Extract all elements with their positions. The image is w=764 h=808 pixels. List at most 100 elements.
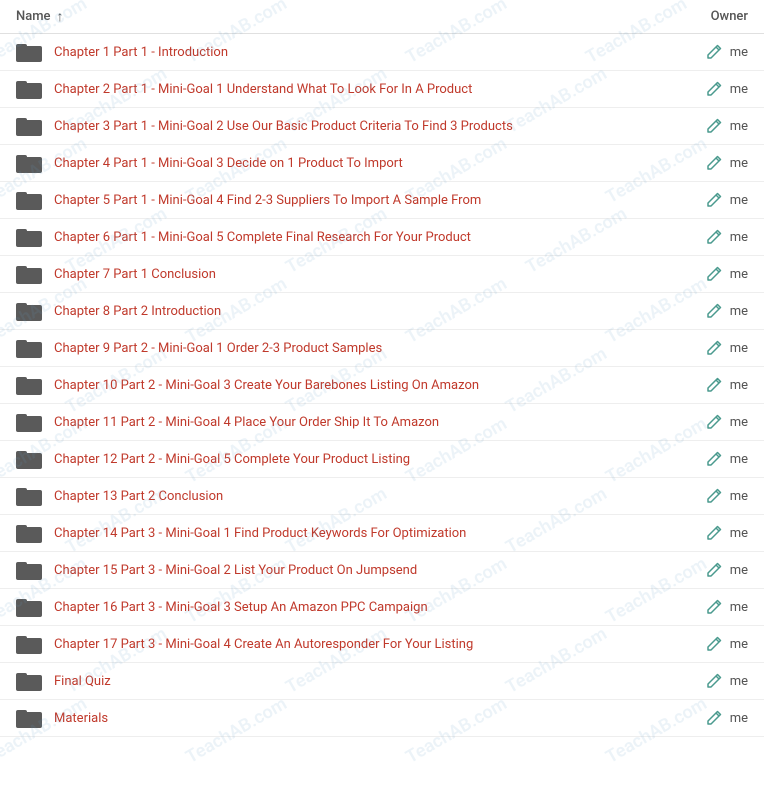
row-actions: me [658,81,748,97]
row-title[interactable]: Chapter 10 Part 2 - Mini-Goal 3 Create Y… [54,378,658,393]
edit-icon[interactable] [706,118,722,134]
table-row: Chapter 7 Part 1 Conclusion me [0,256,764,293]
row-title[interactable]: Chapter 14 Part 3 - Mini-Goal 1 Find Pro… [54,526,658,541]
owner-label: me [730,45,748,60]
owner-label: me [730,674,748,689]
folder-icon [16,670,44,692]
row-title[interactable]: Chapter 13 Part 2 Conclusion [54,489,658,504]
edit-icon[interactable] [706,673,722,689]
owner-label: me [730,489,748,504]
row-title[interactable]: Chapter 1 Part 1 - Introduction [54,45,658,60]
edit-icon[interactable] [706,192,722,208]
owner-label: me [730,193,748,208]
table-row: Chapter 1 Part 1 - Introduction me [0,34,764,71]
row-title[interactable]: Chapter 17 Part 3 - Mini-Goal 4 Create A… [54,637,658,652]
row-title[interactable]: Chapter 11 Part 2 - Mini-Goal 4 Place Yo… [54,415,658,430]
row-actions: me [658,44,748,60]
owner-label: me [730,378,748,393]
edit-icon[interactable] [706,44,722,60]
folder-icon [16,115,44,137]
row-actions: me [658,155,748,171]
table-row: Chapter 5 Part 1 - Mini-Goal 4 Find 2-3 … [0,182,764,219]
edit-icon[interactable] [706,562,722,578]
row-title[interactable]: Chapter 3 Part 1 - Mini-Goal 2 Use Our B… [54,119,658,134]
file-table: Name ↑ Owner Chapter 1 Part 1 - Introduc… [0,0,764,737]
row-title[interactable]: Chapter 16 Part 3 - Mini-Goal 3 Setup An… [54,600,658,615]
edit-icon[interactable] [706,710,722,726]
row-title[interactable]: Materials [54,711,658,726]
edit-icon[interactable] [706,303,722,319]
row-actions: me [658,340,748,356]
edit-icon[interactable] [706,414,722,430]
row-title[interactable]: Chapter 12 Part 2 - Mini-Goal 5 Complete… [54,452,658,467]
edit-icon[interactable] [706,636,722,652]
row-title[interactable]: Chapter 9 Part 2 - Mini-Goal 1 Order 2-3… [54,341,658,356]
owner-column-header: Owner [658,9,748,24]
sort-arrow-icon[interactable]: ↑ [57,8,64,25]
folder-icon [16,485,44,507]
owner-label: me [730,415,748,430]
table-row: Materials me [0,700,764,737]
row-title[interactable]: Chapter 4 Part 1 - Mini-Goal 3 Decide on… [54,156,658,171]
row-title[interactable]: Final Quiz [54,674,658,689]
row-actions: me [658,266,748,282]
owner-label: me [730,82,748,97]
table-row: Chapter 9 Part 2 - Mini-Goal 1 Order 2-3… [0,330,764,367]
rows-container: Chapter 1 Part 1 - Introduction me Chapt… [0,34,764,737]
row-title[interactable]: Chapter 2 Part 1 - Mini-Goal 1 Understan… [54,82,658,97]
row-actions: me [658,303,748,319]
folder-icon [16,226,44,248]
table-row: Chapter 10 Part 2 - Mini-Goal 3 Create Y… [0,367,764,404]
name-label: Name [16,9,51,24]
table-row: Chapter 6 Part 1 - Mini-Goal 5 Complete … [0,219,764,256]
table-row: Chapter 12 Part 2 - Mini-Goal 5 Complete… [0,441,764,478]
owner-label: me [730,526,748,541]
owner-label: me [730,267,748,282]
edit-icon[interactable] [706,451,722,467]
owner-label: me [730,637,748,652]
folder-icon [16,337,44,359]
table-row: Chapter 14 Part 3 - Mini-Goal 1 Find Pro… [0,515,764,552]
name-column-header: Name ↑ [16,8,658,25]
row-actions: me [658,562,748,578]
folder-icon [16,374,44,396]
folder-icon [16,596,44,618]
edit-icon[interactable] [706,488,722,504]
edit-icon[interactable] [706,266,722,282]
folder-icon [16,78,44,100]
table-row: Chapter 2 Part 1 - Mini-Goal 1 Understan… [0,71,764,108]
edit-icon[interactable] [706,377,722,393]
row-actions: me [658,525,748,541]
folder-icon [16,300,44,322]
edit-icon[interactable] [706,155,722,171]
owner-label: me [730,230,748,245]
row-actions: me [658,451,748,467]
table-row: Chapter 4 Part 1 - Mini-Goal 3 Decide on… [0,145,764,182]
edit-icon[interactable] [706,340,722,356]
row-actions: me [658,414,748,430]
row-title[interactable]: Chapter 7 Part 1 Conclusion [54,267,658,282]
edit-icon[interactable] [706,81,722,97]
edit-icon[interactable] [706,599,722,615]
folder-icon [16,411,44,433]
edit-icon[interactable] [706,525,722,541]
row-actions: me [658,118,748,134]
row-title[interactable]: Chapter 15 Part 3 - Mini-Goal 2 List You… [54,563,658,578]
folder-icon [16,152,44,174]
owner-label: me [730,711,748,726]
table-row: Chapter 13 Part 2 Conclusion me [0,478,764,515]
row-title[interactable]: Chapter 5 Part 1 - Mini-Goal 4 Find 2-3 … [54,193,658,208]
row-title[interactable]: Chapter 6 Part 1 - Mini-Goal 5 Complete … [54,230,658,245]
folder-icon [16,448,44,470]
folder-icon [16,559,44,581]
folder-icon [16,263,44,285]
table-row: Final Quiz me [0,663,764,700]
row-actions: me [658,673,748,689]
table-row: Chapter 11 Part 2 - Mini-Goal 4 Place Yo… [0,404,764,441]
owner-label: me [730,304,748,319]
folder-icon [16,189,44,211]
table-row: Chapter 16 Part 3 - Mini-Goal 3 Setup An… [0,589,764,626]
table-row: Chapter 15 Part 3 - Mini-Goal 2 List You… [0,552,764,589]
row-title[interactable]: Chapter 8 Part 2 Introduction [54,304,658,319]
edit-icon[interactable] [706,229,722,245]
